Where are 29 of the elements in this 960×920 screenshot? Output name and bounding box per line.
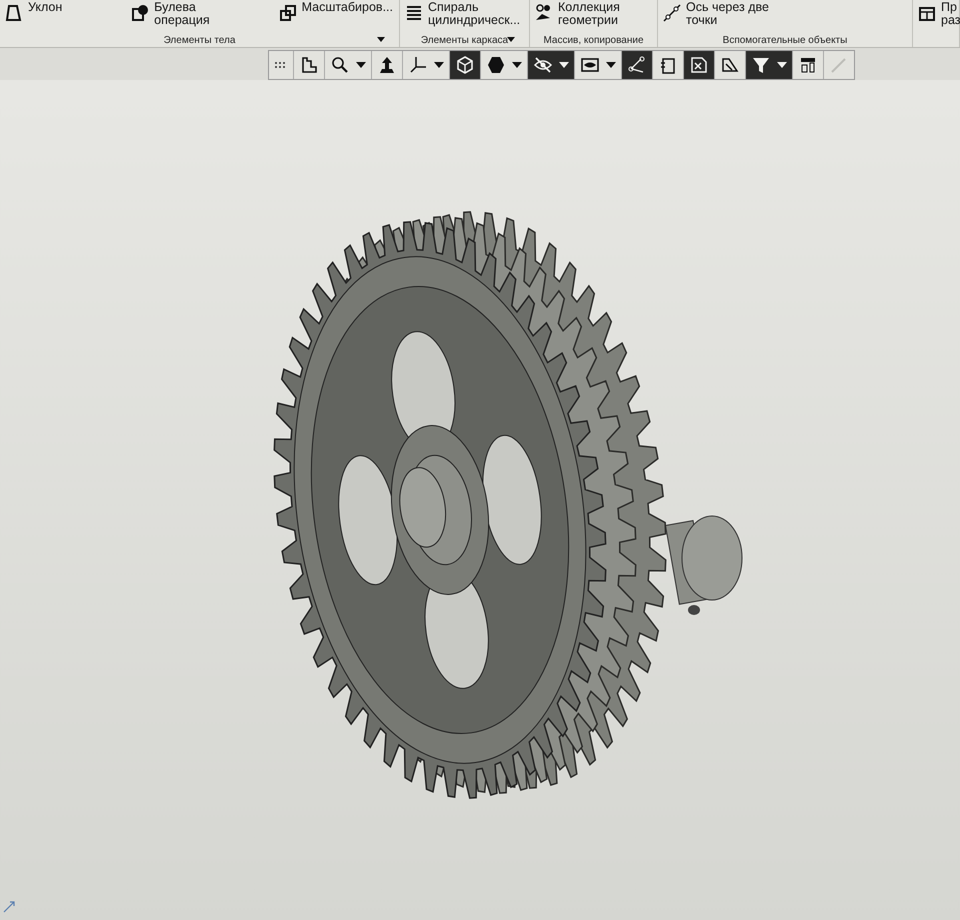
axis-indicator-icon xyxy=(2,900,16,914)
cube-icon xyxy=(455,55,475,75)
view-tool-button[interactable] xyxy=(527,51,574,79)
zoom-icon xyxy=(330,55,350,75)
hide-icon xyxy=(533,55,553,75)
triad-icon xyxy=(408,55,428,75)
nodes-icon xyxy=(627,55,647,75)
command-label[interactable]: Булева операция xyxy=(154,1,210,27)
group-label: Элементы тела xyxy=(164,34,236,46)
filter-icon xyxy=(751,55,771,75)
view-tool-button[interactable] xyxy=(745,51,792,79)
command-label[interactable]: Коллекция геометрии xyxy=(558,1,620,27)
caret-icon[interactable] xyxy=(377,37,385,42)
view-tool-button[interactable] xyxy=(621,51,652,79)
axis-icon[interactable] xyxy=(662,3,682,23)
view-tool-button[interactable] xyxy=(683,51,714,79)
command-label[interactable]: Уклон xyxy=(28,1,62,14)
view-tool-button[interactable] xyxy=(449,51,480,79)
group-label: Вспомогательные объекты xyxy=(722,34,848,46)
command-label[interactable]: Ось через две точки xyxy=(686,1,770,27)
command-label[interactable]: Масштабиров... xyxy=(302,1,393,14)
command-label[interactable]: Пр раз xyxy=(941,1,960,27)
boolean-icon[interactable] xyxy=(130,3,150,23)
group-label: Элементы каркаса xyxy=(420,34,508,46)
command-label[interactable]: Спираль цилиндрическ... xyxy=(428,1,520,27)
grip-icon[interactable] xyxy=(275,62,287,68)
group-label: Массив, копирование xyxy=(543,34,644,46)
dropdown-caret-icon[interactable] xyxy=(356,62,366,68)
caret-icon[interactable] xyxy=(507,37,515,42)
